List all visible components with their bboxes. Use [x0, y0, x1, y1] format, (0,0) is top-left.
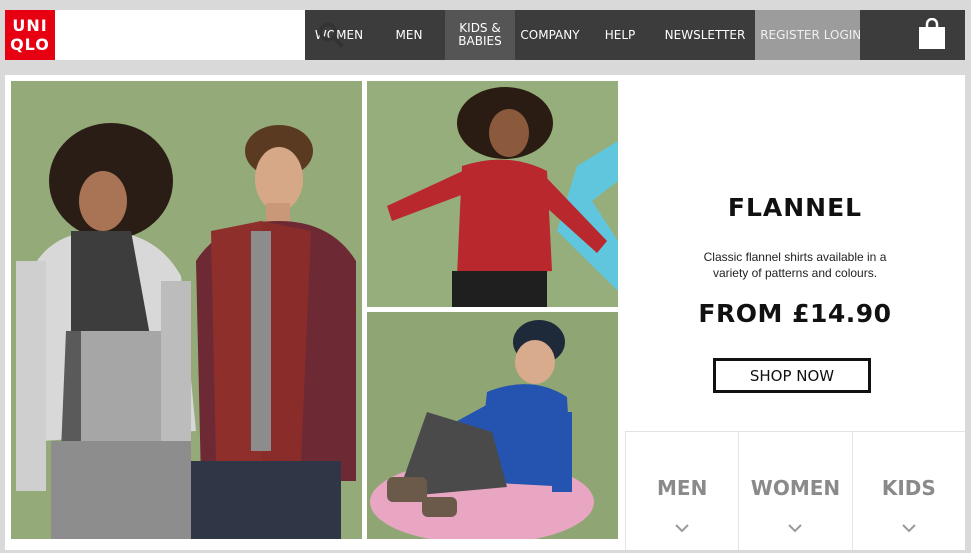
girl-illustration	[367, 81, 618, 307]
nav-men-label: MEN	[395, 27, 423, 42]
nav-register-label: REGISTER	[760, 27, 820, 42]
logo-line-2: QLO	[10, 35, 50, 54]
category-kids[interactable]: KIDS	[851, 432, 965, 550]
hero-photo-boy[interactable]	[367, 312, 618, 539]
chevron-down-icon	[788, 524, 803, 533]
main-nav: WOMEN MEN KIDS & BABIES COMPANY HELP NEW…	[305, 10, 755, 60]
nav-login[interactable]: LOGIN	[823, 10, 862, 60]
nav-company-label: COMPANY	[520, 27, 580, 42]
adults-illustration	[11, 81, 362, 539]
nav-kids-babies-label: KIDS & BABIES	[458, 21, 502, 48]
nav-company[interactable]: COMPANY	[515, 10, 585, 60]
category-tiles: MEN WOMEN KIDS	[625, 431, 965, 550]
nav-newsletter[interactable]: NEWSLETTER	[655, 10, 755, 60]
shopping-bag-icon	[919, 18, 945, 49]
promo-price: FROM £14.90	[698, 299, 892, 328]
site-header: UNI QLO WOMEN MEN KIDS & BABIES COMPANY …	[5, 10, 965, 60]
account-nav: REGISTER LOGIN	[755, 10, 862, 60]
boy-illustration	[367, 312, 618, 539]
nav-register[interactable]: REGISTER	[755, 10, 825, 60]
search-bar	[55, 10, 344, 60]
shop-now-label: SHOP NOW	[749, 366, 835, 385]
hero-photo-girl[interactable]	[367, 81, 618, 307]
shop-now-button[interactable]: SHOP NOW	[713, 358, 871, 393]
search-input[interactable]	[63, 20, 263, 50]
nav-kids-babies[interactable]: KIDS & BABIES	[445, 10, 515, 60]
uniqlo-logo[interactable]: UNI QLO	[5, 10, 55, 60]
promo-panel: FLANNEL Classic flannel shirts available…	[625, 75, 965, 431]
category-women-label: WOMEN	[750, 476, 841, 500]
search-icon[interactable]	[318, 22, 344, 48]
nav-help[interactable]: HELP	[585, 10, 655, 60]
hero-section: FLANNEL Classic flannel shirts available…	[5, 75, 965, 550]
category-men[interactable]: MEN	[625, 432, 738, 550]
chevron-down-icon	[902, 524, 916, 533]
promo-description: Classic flannel shirts available in a va…	[703, 250, 887, 280]
nav-newsletter-label: NEWSLETTER	[664, 27, 746, 42]
promo-title: FLANNEL	[727, 193, 863, 222]
category-women[interactable]: WOMEN	[738, 432, 851, 550]
category-men-label: MEN	[657, 476, 708, 500]
nav-help-label: HELP	[604, 27, 636, 42]
nav-men[interactable]: MEN	[373, 10, 445, 60]
hero-photo-adults[interactable]	[11, 81, 362, 539]
nav-login-label: LOGIN	[823, 27, 862, 42]
category-kids-label: KIDS	[881, 476, 936, 500]
shopping-bag-button[interactable]	[860, 10, 965, 60]
logo-line-1: UNI	[12, 16, 48, 35]
chevron-down-icon	[675, 524, 689, 533]
